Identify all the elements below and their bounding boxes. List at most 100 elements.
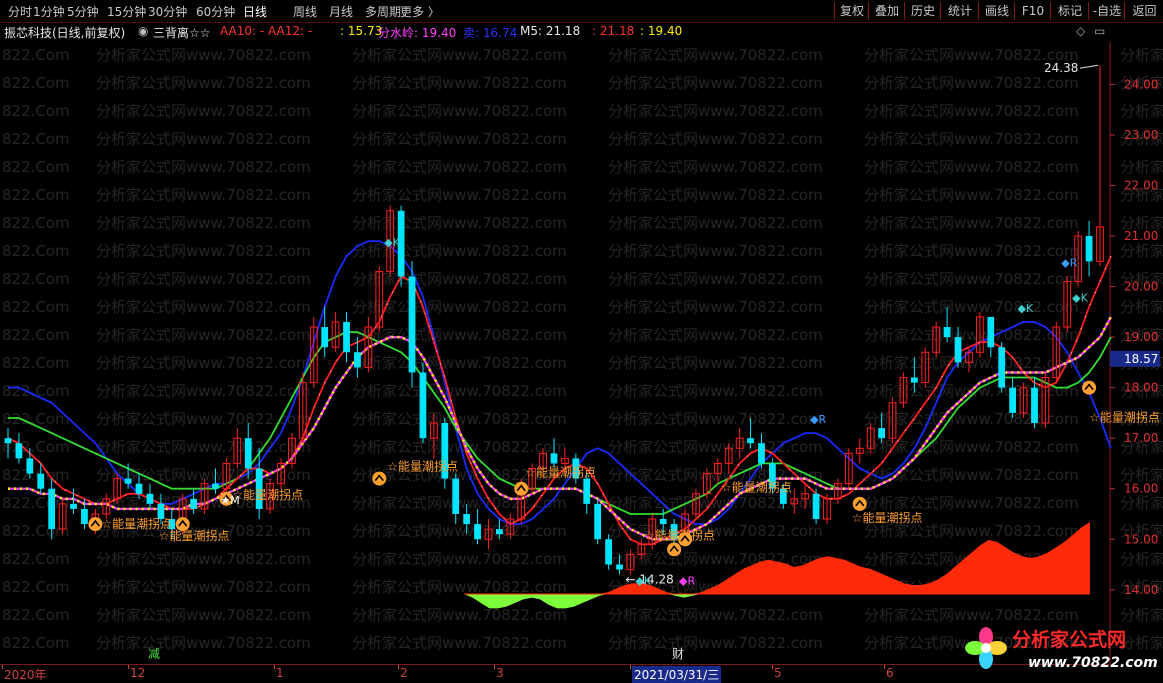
watermark-text: 分析家公式网www.70822.com: [608, 298, 823, 316]
signal-circle-icon: [1082, 380, 1097, 395]
watermark-text: 分析家公式网www.70822.com: [352, 382, 567, 400]
date-tick: [630, 665, 631, 669]
watermark-text: 822.Com: [2, 354, 70, 372]
tool-button-4[interactable]: 画线: [978, 2, 1015, 20]
watermark-text: 分析家公式网www.70822.com: [608, 634, 823, 652]
period-2[interactable]: 5分钟: [67, 3, 99, 20]
period-1[interactable]: 1分钟: [33, 3, 65, 20]
tool-button-7[interactable]: -自选: [1088, 2, 1125, 20]
candle-body-down: [943, 327, 951, 338]
watermark-text: 分析家公式网www.70822.com: [96, 186, 311, 204]
date-tick: [128, 665, 129, 669]
signal-tag: ★M: [220, 494, 239, 507]
watermark-text: 分析家公式网www.70822.com: [608, 550, 823, 568]
value-3: : 19.40: [640, 24, 683, 38]
watermark-text: 分析家公式网www.70822.com: [864, 158, 1079, 176]
candle-body-down: [987, 316, 995, 348]
tool-button-6[interactable]: 标记: [1050, 2, 1089, 20]
tool-button-3[interactable]: 统计: [940, 2, 979, 20]
date-label: 12: [130, 666, 146, 680]
period-9[interactable]: 多周期: [365, 3, 401, 20]
watermark-text: 分析家公式网www.70822.com: [864, 354, 1079, 372]
site-logo: 分析家公式网 www.70822.com: [965, 627, 1158, 671]
period-6[interactable]: 日线: [243, 3, 267, 20]
candle-body-down: [408, 276, 416, 373]
candle-body-down: [37, 473, 45, 489]
period-7[interactable]: 周线: [293, 3, 317, 20]
energy-turn-label: ☆能量潮拐点: [1089, 410, 1160, 425]
watermark-text: 分析家公式网www.70822.com: [864, 438, 1079, 456]
watermark-text: 分析家公式网www.70822.com: [352, 102, 567, 120]
energy-turn-label: ☆能量潮拐点: [387, 459, 458, 474]
indicator-name[interactable]: 三背离☆☆: [153, 24, 211, 41]
signal-circle-icon: [667, 542, 682, 557]
tool-button-8[interactable]: 返回: [1124, 2, 1163, 20]
candle-body-down: [48, 488, 56, 530]
tool-button-1[interactable]: 叠加: [868, 2, 905, 20]
price-tick-label: 23.00: [1124, 128, 1158, 142]
watermark-text: 分析家公式网www.70822.com: [608, 186, 823, 204]
period-10[interactable]: 更多 〉: [400, 3, 440, 20]
price-tick-label: 15.00: [1124, 532, 1158, 546]
indicator-settings-icon[interactable]: ◉: [138, 24, 148, 38]
date-tick: [2, 665, 3, 669]
watermark-text: 分析家公式网www.70822.com: [352, 606, 567, 624]
watermark-text: 分析家公式网www.70822.com: [352, 326, 567, 344]
watermark-text: 分析家公式网www.70822.com: [608, 158, 823, 176]
period-5[interactable]: 60分钟: [196, 3, 235, 20]
watermark-text: 分析家公式网www.70822.com: [352, 214, 567, 232]
watermark-text: 分析家公式网www.70822.com: [96, 410, 311, 428]
tool-button-2[interactable]: 历史: [904, 2, 941, 20]
candle-body-down: [4, 438, 12, 444]
date-label: 2020年: [4, 668, 47, 682]
pane-options-icon[interactable]: ▭: [1094, 24, 1105, 38]
date-label: 2021/03/31/三: [632, 666, 722, 683]
watermark-text: 分析家公式网www.70822.com: [352, 46, 567, 64]
watermark-text: 822.Com: [2, 270, 70, 288]
date-axis: 2020年 12 1 2 3 2021/03/31/三 5 6: [0, 664, 1110, 683]
watermark-text: 分析家公式网www.70822.com: [96, 46, 311, 64]
candle-body-down: [954, 337, 962, 363]
signal-tag: ◆R: [810, 413, 826, 426]
watermark-text: 822.Com: [2, 214, 70, 232]
period-3[interactable]: 15分钟: [107, 3, 146, 20]
watermark-text: 分析家公式网www.70822.com: [96, 214, 311, 232]
period-0[interactable]: 分时: [8, 3, 32, 20]
candle-body-down: [124, 478, 132, 484]
m5-value: M5: 21.18: [520, 24, 581, 38]
period-8[interactable]: 月线: [329, 3, 353, 20]
candle-body-down: [659, 519, 667, 525]
price-tick-label: 16.00: [1124, 482, 1158, 496]
tool-button-0[interactable]: 复权: [834, 2, 869, 20]
watermark-text: 分析家公式网www.70822.com: [96, 438, 311, 456]
watermark-text: 分析家公式网www.70822.com: [608, 130, 823, 148]
watermark-text: 822.Com: [2, 326, 70, 344]
candle-body-down: [190, 498, 198, 509]
signal-circle-icon: [678, 532, 693, 547]
period-4[interactable]: 30分钟: [148, 3, 187, 20]
tool-button-5[interactable]: F10: [1014, 2, 1051, 20]
event-mark[interactable]: 减: [148, 647, 160, 661]
candle-body-down: [419, 372, 427, 439]
candle-body-down: [550, 453, 558, 464]
watermark-text: 分析家公式网www.70822.com: [352, 550, 567, 568]
candle-body-down: [1009, 387, 1017, 413]
signal-tag: ◆K: [1072, 292, 1088, 305]
diamond-icon[interactable]: ◇: [1076, 24, 1085, 38]
watermark-text: 分析家公式网www.70822.com: [96, 326, 311, 344]
watermark-text: 分析家公式网www.70822.com: [96, 242, 311, 260]
watermark-text: 822.Com: [2, 130, 70, 148]
candle-body-down: [998, 347, 1006, 388]
price-tick-label: 22.00: [1124, 179, 1158, 193]
signal-tag: ◆R: [1061, 256, 1077, 269]
energy-turn-label: ☆能量潮拐点: [232, 487, 303, 502]
price-tick-label: 14.00: [1124, 583, 1158, 597]
date-tick: [772, 665, 773, 669]
watermark-text: 分析家公式网www.70822.com: [1120, 298, 1163, 316]
watermark-text: 分析家公式网www.70822.com: [352, 522, 567, 540]
price-chart[interactable]: 分析家公式网www.70822.com 分析家公式网www.70822.com 分析…: [0, 0, 1163, 681]
watermark-text: 822.Com: [2, 158, 70, 176]
candle-body-down: [81, 508, 88, 525]
stock-name[interactable]: 振芯科技(日线,前复权): [4, 24, 125, 41]
event-mark[interactable]: 财: [672, 647, 684, 661]
